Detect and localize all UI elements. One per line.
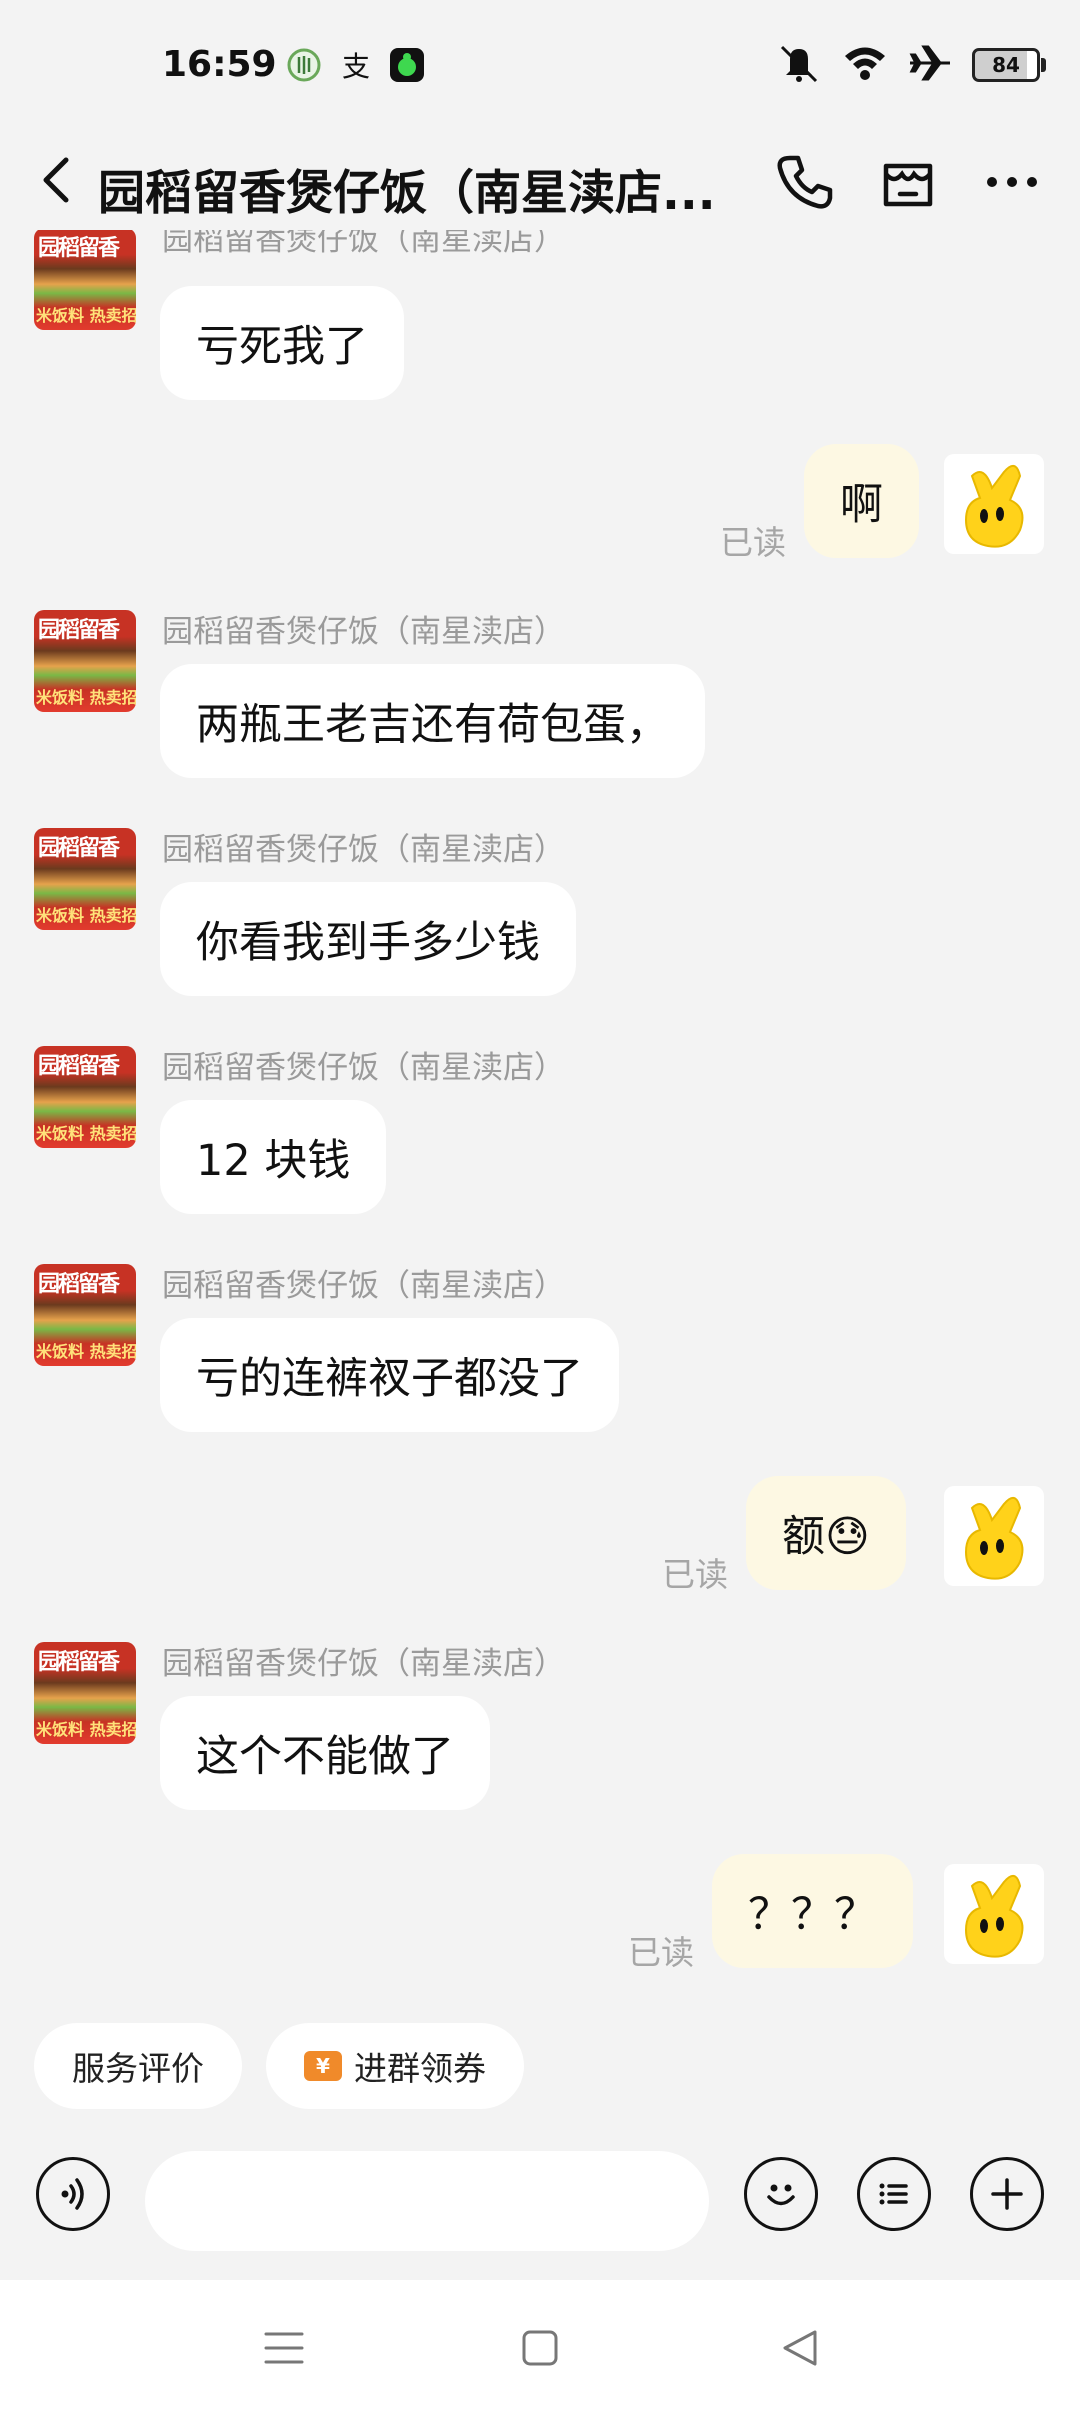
read-status: 已读	[628, 1933, 694, 1972]
nav-bar: 园稻留香煲仔饭（南星渎店...	[0, 130, 1080, 230]
input-bar	[0, 2135, 1080, 2265]
svg-text:支: 支	[342, 50, 370, 82]
mute-icon	[776, 43, 822, 87]
app-notification-icon	[287, 48, 321, 82]
battery-indicator: 84	[972, 48, 1046, 82]
message-bubble[interactable]: 亏死我了	[160, 286, 404, 400]
my-avatar[interactable]	[944, 454, 1044, 554]
shop-avatar-subtext: 米饭料 热卖招牌	[36, 688, 136, 707]
back-icon[interactable]	[772, 2320, 828, 2376]
shop-avatar[interactable]: 园稻留香 米饭料 热卖招牌	[34, 828, 136, 930]
sender-name: 园稻留香煲仔饭（南星渎店）	[162, 1050, 565, 1086]
sender-name: 园稻留香煲仔饭（南星渎店）	[162, 230, 565, 258]
more-icon[interactable]	[980, 150, 1044, 214]
shop-avatar-subtext: 米饭料 热卖招牌	[36, 306, 136, 325]
status-time: 16:59	[162, 44, 277, 85]
message-bubble[interactable]: 啊	[804, 444, 919, 558]
my-avatar[interactable]	[944, 1864, 1044, 1964]
message-input[interactable]	[145, 2151, 709, 2251]
shop-avatar-subtext: 米饭料 热卖招牌	[36, 906, 136, 925]
service-rating-label: 服务评价	[72, 2049, 204, 2088]
wifi-icon	[842, 43, 888, 87]
alipay-icon: 支	[340, 48, 374, 83]
status-bar: 16:59 支 84	[0, 0, 1080, 130]
app-green-icon	[390, 48, 424, 82]
shop-avatar-text: 园稻留香	[38, 618, 120, 643]
message-bubble[interactable]: 你看我到手多少钱	[160, 882, 576, 996]
join-group-coupon-button[interactable]: ¥ 进群领券	[266, 2023, 524, 2109]
my-avatar[interactable]	[944, 1486, 1044, 1586]
message-bubble[interactable]: ？？？	[712, 1854, 913, 1968]
shop-avatar[interactable]: 园稻留香 米饭料 热卖招牌	[34, 1264, 136, 1366]
sender-name: 园稻留香煲仔饭（南星渎店）	[162, 1268, 565, 1304]
shop-avatar[interactable]: 园稻留香 米饭料 热卖招牌	[34, 230, 136, 330]
airplane-mode-icon	[908, 43, 952, 87]
message-bubble[interactable]: 额😓	[746, 1476, 906, 1590]
back-arrow-icon[interactable]	[28, 150, 88, 210]
message-bubble[interactable]: 亏的连裤衩子都没了	[160, 1318, 619, 1432]
shop-avatar[interactable]: 园稻留香 米饭料 热卖招牌	[34, 610, 136, 712]
read-status: 已读	[662, 1555, 728, 1594]
shop-avatar-subtext: 米饭料 热卖招牌	[36, 1342, 136, 1361]
message-list[interactable]: 园稻留香 米饭料 热卖招牌 园稻留香煲仔饭（南星渎店） 亏死我了 已读 啊 园稻…	[0, 230, 1080, 2000]
sender-name: 园稻留香煲仔饭（南星渎店）	[162, 1646, 565, 1682]
status-icons: 84	[776, 40, 1046, 90]
system-nav-bar	[0, 2280, 1080, 2412]
shop-avatar-text: 园稻留香	[38, 1054, 120, 1079]
sender-name: 园稻留香煲仔饭（南星渎店）	[162, 832, 565, 868]
list-icon[interactable]	[857, 2157, 931, 2231]
home-icon[interactable]	[512, 2320, 568, 2376]
shop-avatar[interactable]: 园稻留香 米饭料 热卖招牌	[34, 1046, 136, 1148]
shop-avatar-text: 园稻留香	[38, 236, 120, 261]
shop-avatar-text: 园稻留香	[38, 1272, 120, 1297]
plus-icon[interactable]	[970, 2157, 1044, 2231]
emoji-icon[interactable]	[744, 2157, 818, 2231]
shop-avatar-subtext: 米饭料 热卖招牌	[36, 1720, 136, 1739]
menu-icon[interactable]	[256, 2320, 312, 2376]
message-bubble[interactable]: 两瓶王老吉还有荷包蛋，	[160, 664, 705, 778]
message-bubble[interactable]: 这个不能做了	[160, 1696, 490, 1810]
store-icon[interactable]	[876, 150, 940, 214]
chat-title: 园稻留香煲仔饭（南星渎店...	[98, 166, 716, 221]
voice-icon[interactable]	[36, 2157, 110, 2231]
shop-avatar-text: 园稻留香	[38, 836, 120, 861]
service-rating-button[interactable]: 服务评价	[34, 2023, 242, 2109]
phone-icon[interactable]	[772, 150, 836, 214]
shop-avatar-text: 园稻留香	[38, 1650, 120, 1675]
shop-avatar[interactable]: 园稻留香 米饭料 热卖招牌	[34, 1642, 136, 1744]
shop-avatar-subtext: 米饭料 热卖招牌	[36, 1124, 136, 1143]
message-bubble[interactable]: 12 块钱	[160, 1100, 387, 1214]
read-status: 已读	[720, 523, 786, 562]
sender-name: 园稻留香煲仔饭（南星渎店）	[162, 614, 565, 650]
join-group-coupon-label: 进群领券	[354, 2049, 486, 2088]
coupon-icon: ¥	[304, 2051, 342, 2081]
